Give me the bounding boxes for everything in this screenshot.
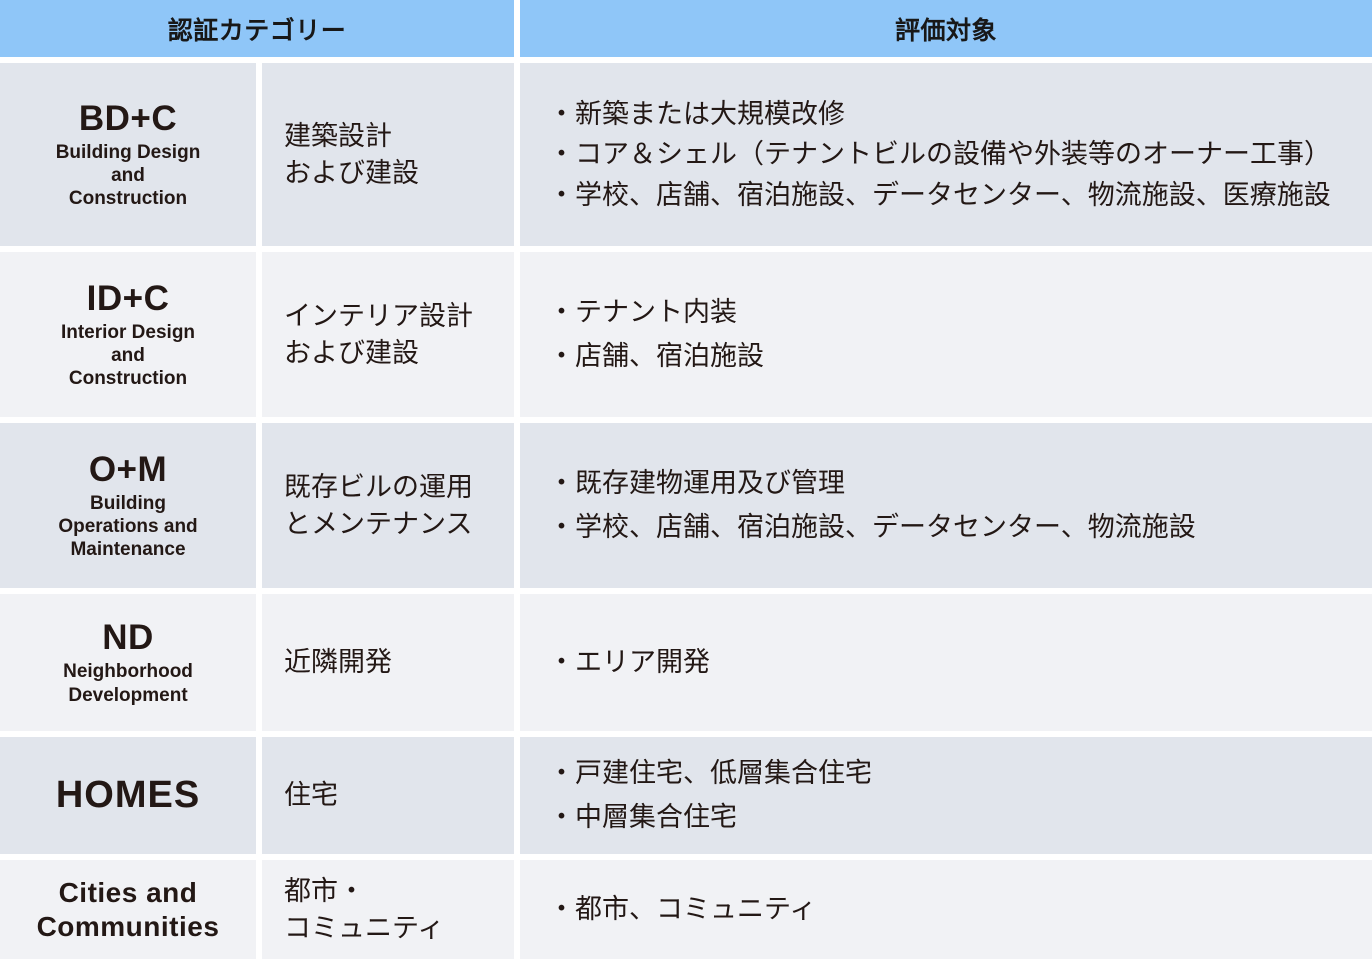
category-name-jp-line: および建設 [284, 157, 419, 188]
cell-category-name-jp: 住宅 [262, 737, 514, 854]
evaluation-target-item: ・店舗、宿泊施設 [548, 340, 764, 371]
category-full-name-line: Construction [68, 368, 188, 390]
evaluation-target-item: ・コア＆シェル（テナントビルの設備や外装等のオーナー工事） [548, 139, 1331, 170]
category-name-jp-line: 近隣開発 [284, 647, 392, 678]
category-full-name-line: Building Design [55, 141, 201, 163]
cell-category-abbreviation: ID+C Interior Design and Construction [0, 252, 256, 417]
evaluation-target-item: ・戸建住宅、低層集合住宅 [548, 757, 872, 788]
category-full-name-line: Building [90, 492, 166, 514]
category-abbreviation: HOMES [55, 774, 201, 817]
header-cell-evaluation-target: 評価対象 [520, 0, 1372, 57]
category-full-name: Building Design and Construction [56, 141, 201, 211]
evaluation-target-item: ・学校、店舗、宿泊施設、データセンター、物流施設 [548, 511, 1196, 542]
category-full-name-line: Interior Design [60, 321, 196, 343]
category-name-jp-line: 建築設計 [284, 121, 392, 152]
category-full-name-line: Neighborhood [63, 661, 193, 683]
cell-category-abbreviation: Cities and Communities [0, 860, 256, 959]
cell-category-name-jp: 近隣開発 [262, 594, 514, 731]
cell-category-name-jp: インテリア設計 および建設 [262, 252, 514, 417]
header-label-certification-category: 認証カテゴリー [167, 16, 347, 45]
category-abbreviation: Cities and Communities [36, 877, 220, 942]
category-full-name: Neighborhood Development [63, 660, 193, 706]
category-abbreviation: BD+C [78, 98, 178, 138]
cell-evaluation-targets: ・都市、コミュニティ [520, 860, 1372, 959]
category-abbreviation: ID+C [86, 278, 170, 318]
header-label-evaluation-target: 評価対象 [894, 16, 997, 45]
category-name-jp-line: および建設 [284, 337, 419, 368]
category-full-name: Interior Design and Construction [61, 321, 195, 391]
table-body: BD+C Building Design and Construction 建築設計 およ… [0, 63, 1372, 959]
table-row: BD+C Building Design and Construction 建築設計 およ… [0, 63, 1372, 246]
table-row: ND Neighborhood Development 近隣開発 ・エリア開発 [0, 594, 1372, 731]
table-row: Cities and Communities 都市・コミュニティ ・都市、コミュニテ… [0, 860, 1372, 959]
evaluation-target-item: ・既存建物運用及び管理 [548, 467, 845, 498]
cell-category-name-jp: 既存ビルの運用 とメンテナンス [262, 423, 514, 588]
table-row: HOMES 住宅 ・戸建住宅、低層集合住宅 ・中層集合住宅 [0, 737, 1372, 854]
evaluation-target-item: ・都市、コミュニティ [548, 893, 817, 924]
category-name-jp-line: 既存ビルの運用 [284, 472, 473, 503]
cell-evaluation-targets: ・テナント内装 ・店舗、宿泊施設 [520, 252, 1372, 417]
cell-evaluation-targets: ・新築または大規模改修・コア＆シェル（テナントビルの設備や外装等のオーナー工事）… [520, 63, 1372, 246]
category-full-name-line: Operations and [58, 516, 198, 537]
category-full-name-line: Maintenance [70, 539, 186, 561]
cell-category-abbreviation: BD+C Building Design and Construction [0, 63, 256, 246]
category-name-jp-line: インテリア設計 [284, 301, 473, 332]
evaluation-target-item: ・中層集合住宅 [548, 801, 737, 832]
cell-category-abbreviation: HOMES [0, 737, 256, 854]
cell-category-name-jp: 建築設計 および建設 [262, 63, 514, 246]
certification-category-table: 認証カテゴリー 評価対象 BD+C Building Design and Const… [0, 0, 1372, 959]
evaluation-target-item: ・エリア開発 [548, 646, 710, 677]
evaluation-target-item: ・学校、店舗、宿泊施設、データセンター、物流施設、医療施設 [548, 179, 1331, 210]
category-full-name: Building Operations and Maintenance [58, 492, 197, 562]
category-full-name-line: Development [68, 684, 188, 706]
header-cell-certification-category: 認証カテゴリー [0, 0, 514, 57]
evaluation-target-item: ・テナント内装 [548, 296, 737, 327]
category-abbreviation: O+M [88, 449, 168, 489]
cell-evaluation-targets: ・戸建住宅、低層集合住宅 ・中層集合住宅 [520, 737, 1372, 854]
category-full-name-line: Construction [68, 188, 188, 210]
category-abbreviation: ND [102, 618, 154, 658]
cell-category-name-jp: 都市・ コミュニティ [262, 860, 514, 959]
category-name-jp-line: コミュニティ [284, 912, 445, 943]
cell-category-abbreviation: ND Neighborhood Development [0, 594, 256, 731]
table-header-row: 認証カテゴリー 評価対象 [0, 0, 1372, 57]
cell-category-abbreviation: O+M Building Operations and Maintenance [0, 423, 256, 588]
category-name-jp-line: 住宅 [284, 780, 338, 811]
evaluation-target-item: ・新築または大規模改修 [548, 98, 845, 129]
cell-evaluation-targets: ・エリア開発 [520, 594, 1372, 731]
category-name-jp-line: とメンテナンス [284, 508, 473, 539]
category-full-name-line: and [111, 345, 145, 366]
table-row: ID+C Interior Design and Construction インテリア設… [0, 252, 1372, 417]
cell-evaluation-targets: ・既存建物運用及び管理・学校、店舗、宿泊施設、データセンター、物流施設 [520, 423, 1372, 588]
category-full-name-line: and [111, 165, 145, 186]
category-name-jp-line: 都市・ [284, 876, 365, 907]
table-row: O+M Building Operations and Maintenance 既存ビル… [0, 423, 1372, 588]
